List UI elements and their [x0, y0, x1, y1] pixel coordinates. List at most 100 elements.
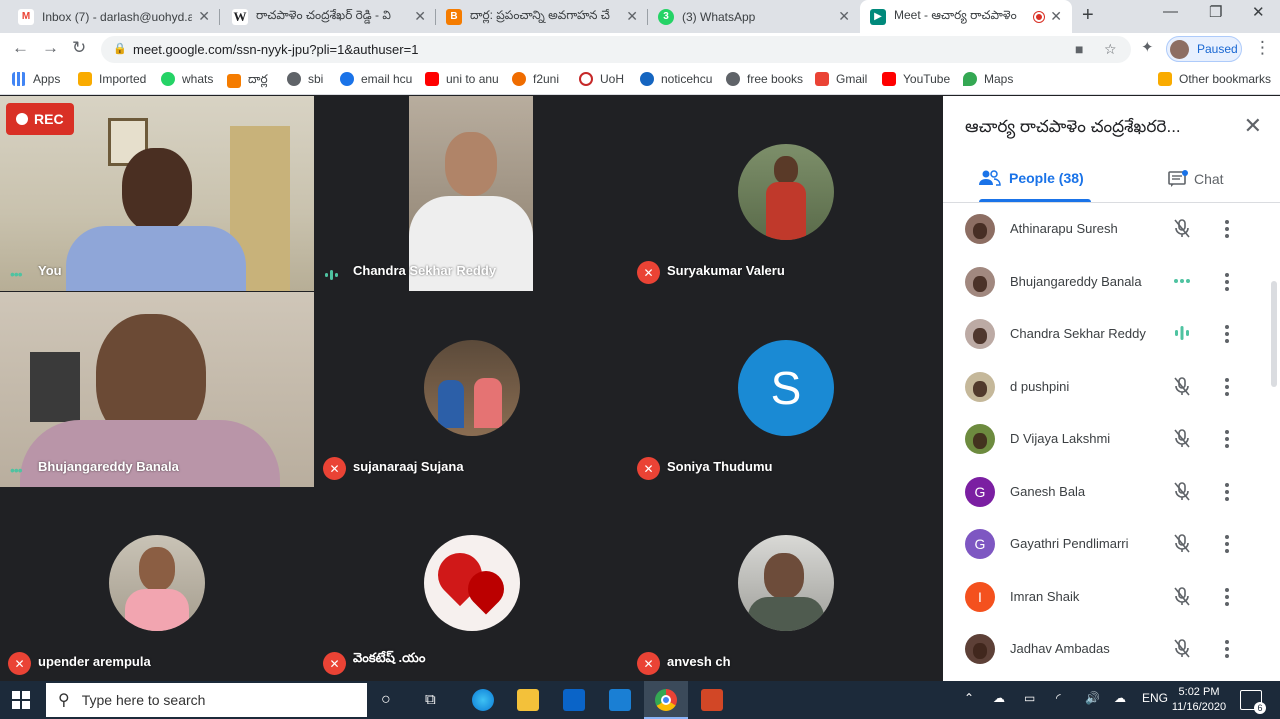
globe-icon	[726, 72, 740, 86]
bookmark-darla[interactable]: దార్ల	[227, 72, 268, 89]
window-close-button[interactable]: ✕	[1252, 3, 1265, 21]
edge-icon[interactable]	[472, 689, 494, 711]
avatar-initial: S	[770, 361, 802, 414]
participant-avatar	[424, 339, 520, 436]
participant-name: d pushpini	[1010, 378, 1070, 394]
powerpoint-icon[interactable]	[701, 689, 723, 711]
bookmark-email-hcu[interactable]: email hcu	[340, 72, 412, 86]
bookmark-other[interactable]: Other bookmarks	[1158, 72, 1271, 86]
cloud-icon[interactable]: ☁	[1114, 691, 1126, 705]
tab-people[interactable]: People (38)	[979, 170, 1084, 186]
tray-chevron-icon[interactable]: ⌃	[964, 691, 974, 705]
taskbar-search[interactable]: ⚲ Type here to search	[46, 683, 367, 717]
more-options-icon[interactable]	[1221, 481, 1233, 503]
more-options-icon[interactable]	[1221, 271, 1233, 293]
participant-row[interactable]: Chandra Sekhar Reddy	[943, 309, 1263, 361]
bookmark-label: email hcu	[361, 72, 413, 86]
video-tile-chandra[interactable]: Chandra Sekhar Reddy	[315, 96, 629, 291]
volume-icon[interactable]: 🔊	[1085, 691, 1100, 705]
bookmark-free-books[interactable]: free books	[726, 72, 803, 86]
more-options-icon[interactable]	[1221, 638, 1233, 660]
folder-icon	[1158, 72, 1172, 86]
more-options-icon[interactable]	[1221, 323, 1233, 345]
bookmark-gmail[interactable]: Gmail	[815, 72, 867, 86]
video-tile-upender[interactable]: ✕ upender arempula	[0, 487, 314, 682]
taskbar-clock[interactable]: 5:02 PM 11/16/2020	[1170, 685, 1228, 715]
close-icon[interactable]: ✕	[1050, 8, 1062, 25]
video-tile-bhujangareddy[interactable]: ••• Bhujangareddy Banala	[0, 292, 314, 487]
bookmark-imported[interactable]: Imported	[78, 72, 146, 86]
bookmark-f2uni[interactable]: f2uni	[512, 72, 559, 86]
participant-row[interactable]: Athinarapu Suresh	[943, 204, 1263, 256]
close-icon[interactable]: ✕	[198, 8, 210, 25]
camera-icon[interactable]: ■	[1075, 41, 1083, 57]
bookmark-apps[interactable]: Apps	[12, 72, 60, 86]
more-options-icon[interactable]	[1221, 218, 1233, 240]
rec-badge: REC	[6, 103, 74, 135]
onedrive-icon[interactable]: ☁	[993, 691, 1005, 705]
close-icon[interactable]: ✕	[626, 8, 638, 25]
battery-icon[interactable]: ▭	[1024, 691, 1035, 705]
reload-icon[interactable]: ↻	[72, 38, 86, 58]
back-arrow-icon[interactable]: ←	[12, 38, 29, 58]
tab-meet[interactable]: ▶ Meet - ఆచార్య రాచపాళెం ✕	[860, 0, 1072, 33]
notification-icon[interactable]: 6	[1240, 690, 1266, 714]
address-bar[interactable]: 🔒 meet.google.com/ssn-nyyk-jpu?pli=1&aut…	[101, 36, 1131, 63]
star-icon[interactable]: ☆	[1104, 41, 1117, 58]
video-tile-you[interactable]: REC ••• You	[0, 96, 314, 291]
tab-blogger[interactable]: B దార్ల: ప్రపంచాన్ని అవగాహన చే ✕	[436, 0, 648, 33]
video-tile-sujana[interactable]: ✕ sujanaraaj Sujana	[315, 292, 629, 487]
tab-gmail[interactable]: M Inbox (7) - darlash@uohyd.ac.i ✕	[8, 0, 220, 33]
more-options-icon[interactable]	[1221, 428, 1233, 450]
participant-row[interactable]: D Vijaya Lakshmi	[943, 414, 1263, 466]
video-feed	[409, 96, 533, 291]
minimize-button[interactable]: —	[1163, 3, 1178, 20]
mail-icon[interactable]	[609, 689, 631, 711]
menu-dots-icon[interactable]: ⋮	[1254, 38, 1271, 58]
close-icon[interactable]: ✕	[414, 8, 426, 25]
tab-wikipedia[interactable]: W రాచపాళెం చంద్రశేఖర్ రెడ్డి - వి ✕	[222, 0, 436, 33]
participant-row[interactable]: Jadhav Ambadas	[943, 624, 1263, 676]
maximize-button[interactable]: ❐	[1209, 3, 1222, 21]
wifi-icon[interactable]: ◜	[1056, 691, 1061, 705]
tab-whatsapp[interactable]: 3 (3) WhatsApp ✕	[648, 0, 860, 33]
video-tile-suryakumar[interactable]: ✕ Suryakumar Valeru	[629, 96, 943, 291]
bookmark-youtube[interactable]: YouTube	[882, 72, 950, 86]
more-options-icon[interactable]	[1221, 376, 1233, 398]
participant-row[interactable]: G Ganesh Bala	[943, 467, 1263, 519]
extensions-icon[interactable]: ✦	[1141, 38, 1154, 56]
video-tile-venkatesh[interactable]: ✕ వెంకటేష్ .యం	[315, 487, 629, 682]
bookmark-uoh[interactable]: UoH	[579, 72, 624, 86]
participant-row[interactable]: I Imran Shaik	[943, 572, 1263, 624]
tab-strip: M Inbox (7) - darlash@uohyd.ac.i ✕ W రాచ…	[0, 0, 1280, 33]
participant-row[interactable]: d pushpini	[943, 362, 1263, 414]
bookmark-uni-to-anu[interactable]: uni to anu	[425, 72, 499, 86]
bookmark-maps[interactable]: Maps	[963, 72, 1013, 86]
file-explorer-icon[interactable]	[517, 689, 539, 711]
video-tile-soniya[interactable]: S ✕ Soniya Thudumu	[629, 292, 943, 487]
store-icon[interactable]	[563, 689, 585, 711]
bookmark-noticehcu[interactable]: noticehcu	[640, 72, 712, 86]
scrollbar[interactable]	[1271, 281, 1277, 387]
more-options-icon[interactable]	[1221, 586, 1233, 608]
more-options-icon[interactable]	[1221, 533, 1233, 555]
language-indicator[interactable]: ENG	[1142, 691, 1168, 705]
close-icon[interactable]: ✕	[838, 8, 850, 25]
video-tile-anvesh[interactable]: ✕ anvesh ch	[629, 487, 943, 682]
chrome-taskbar-button[interactable]	[644, 681, 688, 719]
tab-chat[interactable]: Chat	[1168, 170, 1224, 188]
bookmark-label: Other bookmarks	[1179, 72, 1272, 86]
forward-arrow-icon[interactable]: →	[42, 38, 59, 58]
bookmark-sbi[interactable]: sbi	[287, 72, 323, 86]
participant-row[interactable]: Bhujangareddy Banala	[943, 257, 1263, 309]
profile-button[interactable]: Paused	[1166, 36, 1242, 62]
close-panel-icon[interactable]: ✕	[1244, 113, 1262, 139]
noticehcu-icon	[640, 72, 654, 86]
bookmark-whats[interactable]: whats	[161, 72, 213, 86]
windows-start-icon[interactable]	[12, 691, 30, 709]
new-tab-button[interactable]: +	[1082, 4, 1094, 27]
cortana-icon[interactable]: ○	[381, 691, 391, 709]
task-view-icon[interactable]: ⧉	[425, 691, 436, 708]
participant-row[interactable]: G Gayathri Pendlimarri	[943, 519, 1263, 571]
avatar	[965, 266, 995, 297]
